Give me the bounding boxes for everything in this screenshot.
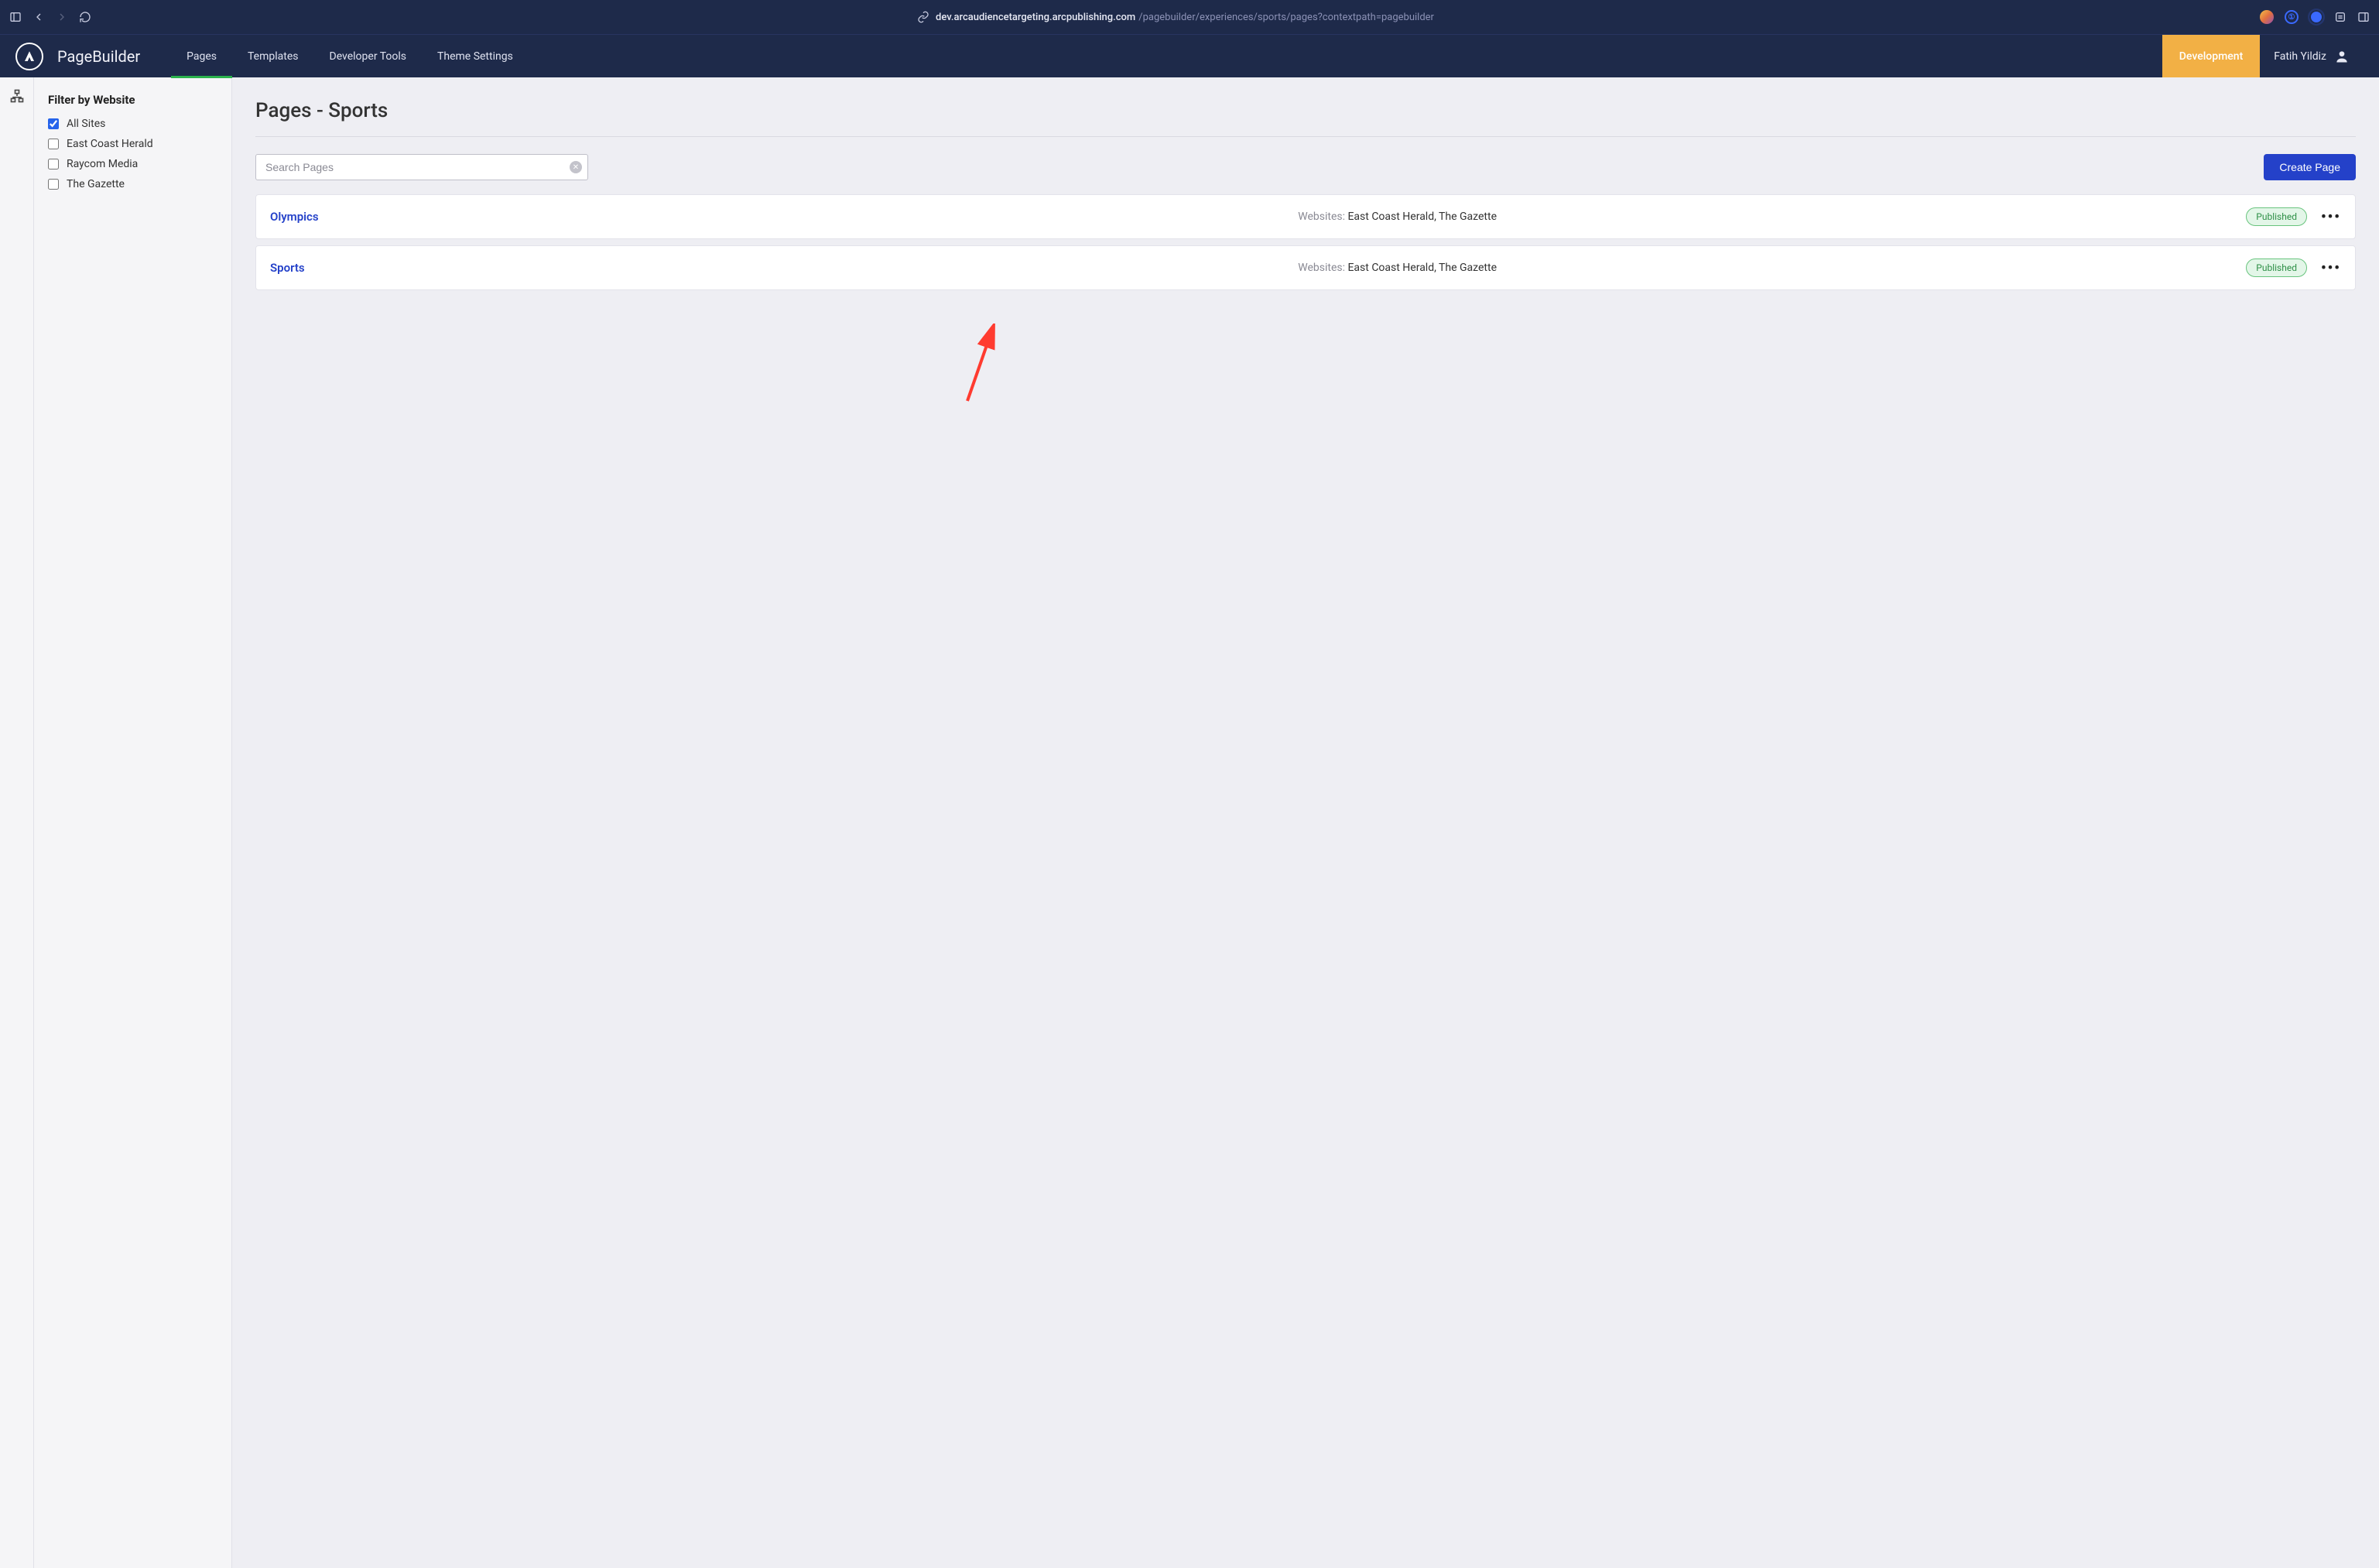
- profile-avatar-icon[interactable]: [2260, 10, 2274, 24]
- clear-search-icon[interactable]: ✕: [570, 161, 582, 173]
- row-right: Published •••: [2246, 207, 2341, 226]
- user-icon: [2334, 49, 2350, 64]
- environment-pill: Development: [2162, 35, 2260, 77]
- filter-east-coast-herald[interactable]: East Coast Herald: [48, 138, 217, 150]
- page-row-title[interactable]: Olympics: [270, 210, 549, 224]
- downloads-icon[interactable]: [2334, 11, 2346, 23]
- nav-pages[interactable]: Pages: [171, 35, 232, 77]
- websites-value: East Coast Herald, The Gazette: [1347, 262, 1497, 274]
- status-published: Published: [2246, 258, 2307, 277]
- toolbar: ✕ Create Page: [255, 154, 2356, 180]
- filter-all-sites[interactable]: All Sites: [48, 118, 217, 130]
- browser-chrome: dev.arcaudiencetargeting.arcpublishing.c…: [0, 0, 2379, 34]
- create-page-button[interactable]: Create Page: [2264, 154, 2356, 180]
- websites-label: Websites:: [1298, 262, 1347, 274]
- page-row-sports[interactable]: Sports Websites: East Coast Herald, The …: [255, 245, 2356, 290]
- search-input[interactable]: [255, 154, 588, 180]
- more-menu-icon[interactable]: •••: [2321, 209, 2341, 225]
- back-icon[interactable]: [33, 11, 45, 23]
- onepassword-icon[interactable]: ①: [2285, 10, 2299, 24]
- filter-all-sites-label: All Sites: [67, 118, 105, 130]
- filter-the-gazette-checkbox[interactable]: [48, 179, 59, 190]
- filter-all-sites-checkbox[interactable]: [48, 118, 59, 129]
- user-name: Fatih Yildiz: [2274, 50, 2326, 63]
- row-right: Published •••: [2246, 258, 2341, 277]
- filter-the-gazette[interactable]: The Gazette: [48, 178, 217, 190]
- search-wrap: ✕: [255, 154, 588, 180]
- left-rail: [0, 77, 34, 1568]
- brand[interactable]: PageBuilder: [15, 43, 140, 70]
- brand-name: PageBuilder: [57, 47, 140, 66]
- filter-the-gazette-label: The Gazette: [67, 178, 125, 190]
- app-header: PageBuilder Pages Templates Developer To…: [0, 34, 2379, 77]
- page-title: Pages - Sports: [255, 99, 2356, 137]
- annotation-arrow-icon: [960, 324, 1006, 409]
- brand-logo-icon: [15, 43, 43, 70]
- status-published: Published: [2246, 207, 2307, 226]
- page-row-sites: Websites: East Coast Herald, The Gazette: [1298, 211, 1497, 223]
- url-text: dev.arcaudiencetargeting.arcpublishing.c…: [936, 12, 1434, 23]
- chrome-left: [9, 11, 91, 23]
- tabs-icon[interactable]: [2357, 11, 2370, 23]
- layout: Filter by Website All Sites East Coast H…: [0, 77, 2379, 1568]
- forward-icon: [56, 11, 68, 23]
- header-right: Development Fatih Yildiz: [2162, 35, 2364, 77]
- content: Pages - Sports ✕ Create Page Olympics We…: [232, 77, 2379, 1568]
- nav-developer-tools[interactable]: Developer Tools: [314, 35, 423, 77]
- url-host: dev.arcaudiencetargeting.arcpublishing.c…: [936, 12, 1135, 23]
- page-list: Olympics Websites: East Coast Herald, Th…: [255, 194, 2356, 290]
- main-nav: Pages Templates Developer Tools Theme Se…: [171, 35, 529, 77]
- websites-label: Websites:: [1298, 211, 1347, 223]
- sitemap-icon[interactable]: [9, 88, 25, 104]
- user-menu[interactable]: Fatih Yildiz: [2260, 49, 2364, 64]
- chrome-right: ①: [2260, 10, 2370, 24]
- reload-icon[interactable]: [79, 11, 91, 23]
- url-path: /pagebuilder/experiences/sports/pages?co…: [1138, 12, 1434, 23]
- page-row-title[interactable]: Sports: [270, 261, 549, 275]
- websites-value: East Coast Herald, The Gazette: [1347, 211, 1497, 223]
- filter-sidebar: Filter by Website All Sites East Coast H…: [34, 77, 232, 1568]
- nav-templates[interactable]: Templates: [232, 35, 314, 77]
- page-row-olympics[interactable]: Olympics Websites: East Coast Herald, Th…: [255, 194, 2356, 239]
- filter-title: Filter by Website: [48, 93, 217, 107]
- page-row-sites: Websites: East Coast Herald, The Gazette: [1298, 262, 1497, 274]
- nav-theme-settings[interactable]: Theme Settings: [422, 35, 529, 77]
- extension-icon[interactable]: [2309, 10, 2323, 24]
- sidebar-toggle-icon[interactable]: [9, 11, 22, 23]
- link-icon: [917, 11, 929, 23]
- address-bar[interactable]: dev.arcaudiencetargeting.arcpublishing.c…: [104, 11, 2247, 23]
- more-menu-icon[interactable]: •••: [2321, 260, 2341, 276]
- filter-east-coast-herald-label: East Coast Herald: [67, 138, 153, 150]
- filter-raycom-media-checkbox[interactable]: [48, 159, 59, 169]
- filter-raycom-media-label: Raycom Media: [67, 158, 138, 170]
- filter-raycom-media[interactable]: Raycom Media: [48, 158, 217, 170]
- filter-east-coast-herald-checkbox[interactable]: [48, 139, 59, 149]
